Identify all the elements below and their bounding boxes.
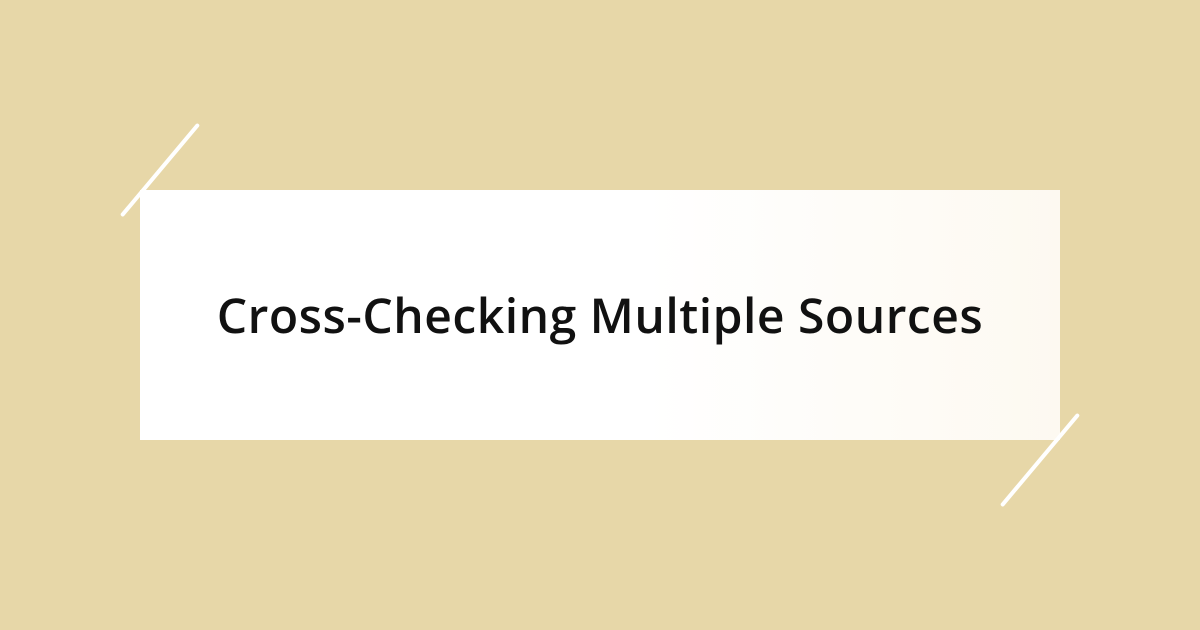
title-card-wrapper: Cross-Checking Multiple Sources: [140, 190, 1060, 440]
title-card: Cross-Checking Multiple Sources: [140, 190, 1060, 440]
page-title: Cross-Checking Multiple Sources: [217, 283, 984, 348]
